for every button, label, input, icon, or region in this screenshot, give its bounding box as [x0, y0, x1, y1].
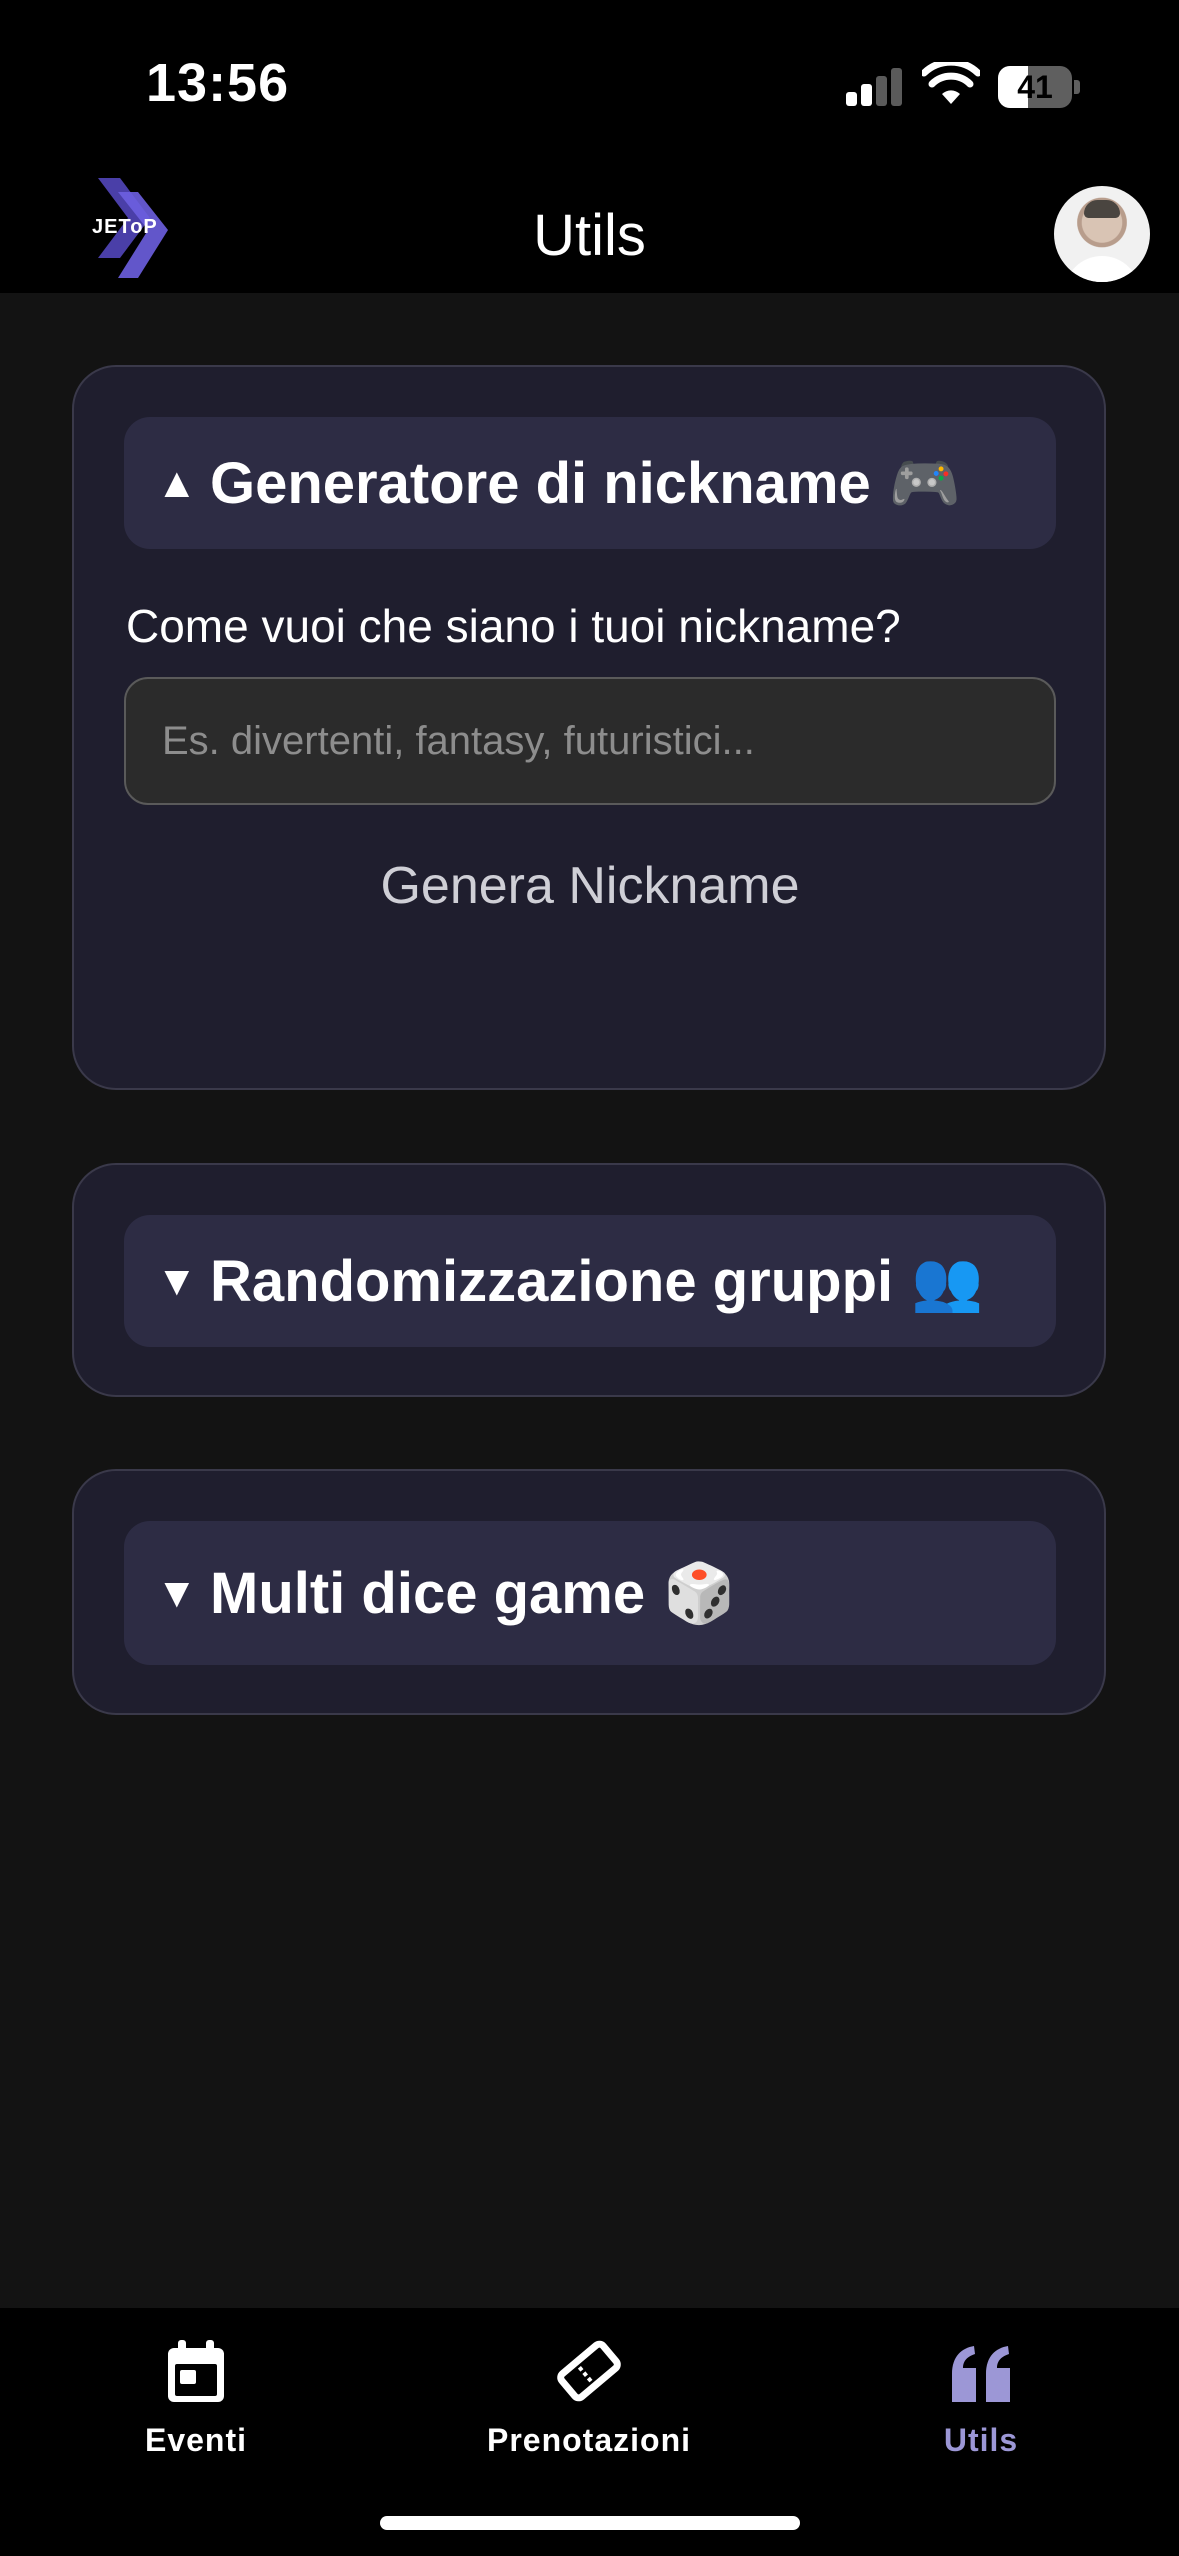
- generate-nickname-button[interactable]: Genera Nickname: [124, 831, 1056, 941]
- group-randomization-header[interactable]: ▼ Randomizzazione gruppi 👥: [124, 1215, 1056, 1347]
- user-avatar[interactable]: [1054, 186, 1150, 282]
- home-indicator[interactable]: [380, 2516, 800, 2530]
- caret-down-icon: ▼: [156, 1569, 198, 1616]
- nickname-question-label: Come vuoi che siano i tuoi nickname?: [126, 600, 901, 652]
- cellular-signal-icon: [846, 68, 904, 106]
- people-icon: 👥: [911, 1246, 984, 1315]
- calendar-icon: [168, 2340, 224, 2402]
- status-time: 13:56: [146, 53, 290, 113]
- multi-dice-game-title: Multi dice game: [210, 1560, 646, 1626]
- group-randomization-title: Randomizzazione gruppi: [210, 1248, 894, 1314]
- battery-icon: 41: [998, 66, 1080, 108]
- ticket-icon: [557, 2340, 621, 2402]
- nickname-style-input[interactable]: [124, 677, 1056, 805]
- multi-dice-game-card: ▼ Multi dice game 🎲: [72, 1469, 1106, 1715]
- caret-down-icon: ▼: [156, 1257, 198, 1304]
- nav-item-utils[interactable]: Utils: [851, 2330, 1111, 2459]
- wifi-icon: [922, 62, 980, 104]
- battery-percentage: 41: [1017, 69, 1053, 105]
- gamepad-icon: 🎮: [888, 448, 962, 517]
- nav-item-prenotazioni[interactable]: Prenotazioni: [459, 2330, 719, 2459]
- caret-up-icon: ▲: [156, 459, 198, 506]
- group-randomization-card: ▼ Randomizzazione gruppi 👥: [72, 1163, 1106, 1397]
- nickname-generator-header[interactable]: ▲ Generatore di nickname 🎮: [124, 417, 1056, 549]
- nickname-generator-card: ▲ Generatore di nickname 🎮 Come vuoi che…: [72, 365, 1106, 1090]
- nav-item-eventi[interactable]: Eventi: [66, 2330, 326, 2459]
- nav-label-utils: Utils: [943, 2422, 1019, 2458]
- nickname-generator-title: Generatore di nickname: [210, 450, 871, 516]
- nav-label-eventi: Eventi: [144, 2422, 248, 2458]
- nav-label-prenotazioni: Prenotazioni: [486, 2422, 691, 2458]
- quote-icon: [952, 2346, 1010, 2402]
- top-bar: 13:56 41 JEToP Utils: [0, 0, 1179, 293]
- multi-dice-game-header[interactable]: ▼ Multi dice game 🎲: [124, 1521, 1056, 1665]
- page-title: Utils: [533, 203, 646, 268]
- dice-icon: 🎲: [663, 1558, 736, 1627]
